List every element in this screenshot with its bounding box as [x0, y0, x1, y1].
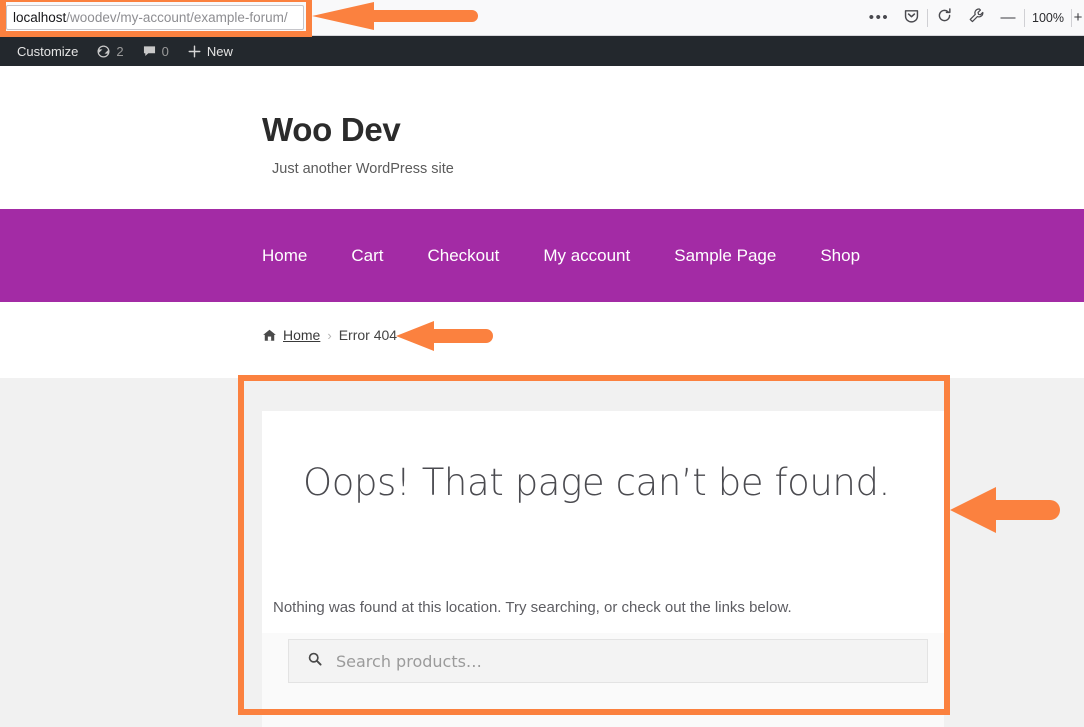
admin-bar-new-label: New [206, 43, 233, 59]
zoom-in-button[interactable]: + [1072, 3, 1084, 33]
error-body-text: Nothing was found at this location. Try … [273, 599, 792, 616]
page-actions-button[interactable]: ••• [863, 3, 895, 33]
search-icon [307, 651, 323, 672]
site-description: Just another WordPress site [272, 161, 454, 177]
nav-item-checkout[interactable]: Checkout [405, 209, 521, 302]
product-search-box[interactable]: Search products… [288, 639, 928, 683]
pocket-button[interactable] [895, 3, 927, 33]
error-404-article: Oops! That page can’t be found. Nothing … [262, 411, 944, 633]
site-title[interactable]: Woo Dev [262, 111, 401, 149]
url-bar-arrow [312, 2, 486, 30]
comments-count: 0 [161, 43, 169, 59]
ellipsis-icon: ••• [868, 8, 890, 26]
nav-item-my-account[interactable]: My account [521, 209, 652, 302]
admin-bar-comments[interactable]: 0 [133, 36, 178, 66]
url-bar[interactable]: localhost/woodev/my-account/example-foru… [6, 5, 304, 30]
url-path: /woodev/my-account/example-forum/ [66, 10, 288, 25]
content-arrow [950, 485, 1064, 535]
breadcrumb: Home › Error 404 [262, 327, 397, 343]
comment-bubble-icon [142, 44, 157, 59]
nav-item-home[interactable]: Home [262, 209, 329, 302]
wp-admin-bar: Customize 2 0 New [0, 36, 1084, 66]
screenshot-root: localhost/woodev/my-account/example-foru… [0, 0, 1084, 727]
reload-button[interactable] [928, 3, 960, 33]
reload-icon [936, 7, 953, 29]
updates-count: 2 [116, 43, 124, 59]
pocket-icon [903, 7, 920, 29]
wrench-icon [968, 7, 985, 29]
url-host: localhost [13, 10, 67, 25]
home-icon [262, 328, 277, 343]
admin-bar-updates[interactable]: 2 [87, 36, 132, 66]
site-header: Woo Dev Just another WordPress site [0, 66, 1084, 209]
error-title: Oops! That page can’t be found. [303, 461, 890, 504]
developer-tools-button[interactable] [960, 3, 992, 33]
nav-item-sample-page[interactable]: Sample Page [652, 209, 798, 302]
zoom-out-button[interactable]: — [992, 3, 1024, 33]
breadcrumb-bar: Home › Error 404 [0, 302, 1084, 378]
breadcrumb-current: Error 404 [338, 327, 398, 343]
breadcrumb-home-link[interactable]: Home [283, 327, 320, 343]
breadcrumb-arrow [396, 320, 498, 352]
zoom-level-label[interactable]: 100% [1025, 11, 1071, 25]
search-input[interactable]: Search products… [336, 652, 482, 671]
primary-navigation: Home Cart Checkout My account Sample Pag… [0, 209, 1084, 302]
browser-toolbar: localhost/woodev/my-account/example-foru… [0, 0, 1084, 36]
nav-item-shop[interactable]: Shop [798, 209, 882, 302]
admin-bar-customize[interactable]: Customize [8, 36, 87, 66]
nav-items: Home Cart Checkout My account Sample Pag… [262, 209, 882, 302]
browser-toolbar-right: ••• — 100% + [863, 0, 1084, 35]
url-text: localhost/woodev/my-account/example-foru… [13, 6, 288, 29]
nav-item-cart[interactable]: Cart [329, 209, 405, 302]
breadcrumb-separator: › [327, 327, 332, 343]
main-content-area: Oops! That page can’t be found. Nothing … [0, 378, 1084, 727]
plus-icon: + [1073, 9, 1083, 26]
minus-icon: — [1000, 9, 1016, 26]
product-search-section: Search products… [262, 633, 944, 727]
plus-icon [187, 44, 202, 59]
admin-bar-new[interactable]: New [178, 36, 242, 66]
admin-bar-customize-label: Customize [17, 43, 79, 59]
updates-icon [96, 44, 111, 59]
